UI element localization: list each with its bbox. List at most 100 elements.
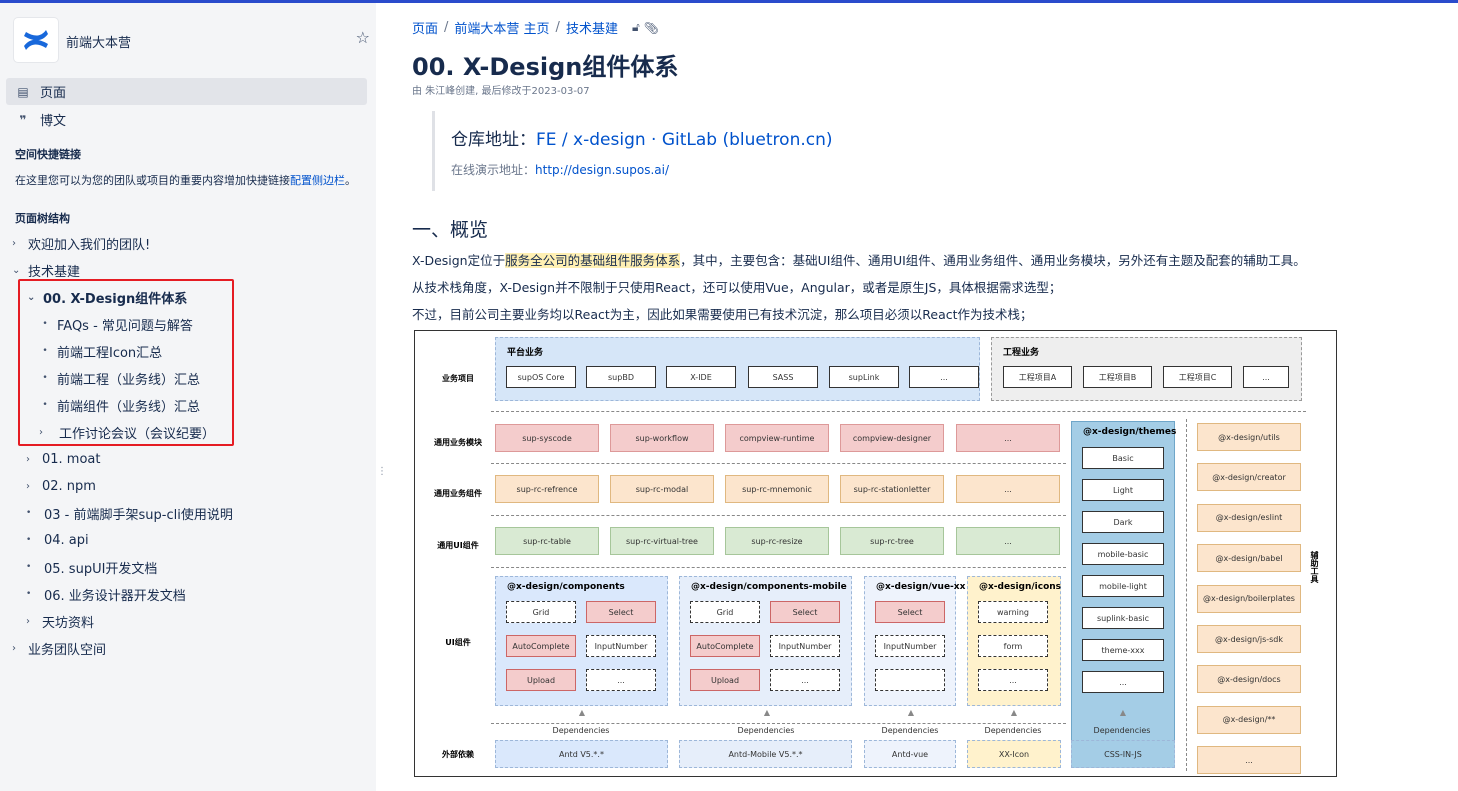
nav-pages[interactable]: ▤ 页面 xyxy=(6,78,367,105)
platform-item: ... xyxy=(909,366,979,388)
external-dependency: Antd-Mobile V5.*.* xyxy=(679,740,852,768)
configure-sidebar-link[interactable]: 配置侧边栏 xyxy=(290,174,345,187)
star-icon[interactable]: ☆ xyxy=(356,28,370,47)
diagram-row-label: 通用业务组件 xyxy=(434,489,482,498)
tree-item-moat[interactable]: › 01. moat xyxy=(26,449,101,469)
diagram-row-label: UI组件 xyxy=(445,638,471,647)
nav-pages-label: 页面 xyxy=(40,86,67,101)
dependencies-label: Dependencies xyxy=(737,725,795,735)
icons-group-title: @x-design/icons xyxy=(979,582,1062,592)
components-group-item: InputNumber xyxy=(586,635,656,657)
para1-end: ，其中，主要包含：基础UI组件、通用UI组件、通用业务组件、通用业务模块，另外还… xyxy=(680,253,1306,268)
tree-item-sup-cli[interactable]: • 03 - 前端脚手架sup-cli使用说明 xyxy=(26,503,233,523)
icons-group-item: warning xyxy=(978,601,1048,623)
confluence-logo-icon[interactable] xyxy=(14,18,58,62)
tree-item-label: 天坊资料 xyxy=(42,615,95,631)
dependency-arrow-icon: ▲ xyxy=(907,707,915,717)
nav-blog[interactable]: ❞ 博文 xyxy=(6,106,367,133)
external-dependency: CSS-IN-JS xyxy=(1071,740,1175,768)
diagram-separator xyxy=(491,723,1066,724)
business-component: ... xyxy=(956,475,1060,503)
unlock-icon[interactable]: 🔓︎ xyxy=(632,20,640,35)
tool-item: @x-design/babel xyxy=(1197,544,1301,573)
chevron-right-icon[interactable]: › xyxy=(12,238,24,249)
tree-item-label: 业务团队空间 xyxy=(28,642,107,658)
page-title: 00. X-Design组件体系 xyxy=(412,53,679,81)
tool-item: @x-design/utils xyxy=(1197,423,1301,451)
repo-link[interactable]: FE / x-design · GitLab (bluetron.cn) xyxy=(536,130,833,150)
components-group-item: Upload xyxy=(506,669,576,691)
theme-item: mobile-basic xyxy=(1082,543,1164,565)
vue-group-item: Select xyxy=(875,601,945,623)
page-icon: ▤ xyxy=(17,84,29,99)
tree-item-label: 02. npm xyxy=(42,478,96,494)
breadcrumb: 页面 / 前端大本营 主页 / 技术基建 🔓︎ 📎︎ xyxy=(412,18,659,37)
breadcrumb-space-home[interactable]: 前端大本营 主页 xyxy=(454,18,549,37)
theme-item: Dark xyxy=(1082,511,1164,533)
tree-item-label: 欢迎加入我们的团队! xyxy=(28,237,151,253)
dependency-arrow-icon: ▲ xyxy=(1010,707,1018,717)
components-mobile-group-item: Select xyxy=(770,601,840,623)
breadcrumb-tech-infra[interactable]: 技术基建 xyxy=(566,18,618,37)
tree-item-welcome[interactable]: › 欢迎加入我们的团队! xyxy=(12,233,150,253)
diagram-separator xyxy=(491,463,1066,464)
common-ui-component: sup-rc-virtual-tree xyxy=(610,527,714,555)
section-heading: 一、概览 xyxy=(412,219,489,241)
tool-item: @x-design/** xyxy=(1197,705,1301,734)
dependency-arrow-icon: ▲ xyxy=(578,707,586,717)
architecture-diagram: 业务项目 通用业务模块 通用业务组件 通用UI组件 UI组件 外部依赖 平台业务 supOS … xyxy=(414,330,1337,777)
engineering-item: ... xyxy=(1243,366,1289,388)
tree-item-business-space[interactable]: › 业务团队空间 xyxy=(12,638,106,658)
theme-item: mobile-light xyxy=(1082,575,1164,597)
icons-group-item: form xyxy=(978,635,1048,657)
vue-group-item: InputNumber xyxy=(875,635,945,657)
demo-link[interactable]: http://design.supos.ai/ xyxy=(535,163,669,177)
external-dependency: Antd-vue xyxy=(864,740,956,768)
business-component: sup-rc-mnemonic xyxy=(725,475,829,503)
chevron-right-icon[interactable]: › xyxy=(26,616,38,627)
bullet-icon: • xyxy=(26,562,32,572)
components-group-item: AutoComplete xyxy=(506,635,576,657)
tree-item-api[interactable]: • 04. api xyxy=(26,530,89,550)
theme-item: ... xyxy=(1082,671,1164,693)
tool-item: @x-design/creator xyxy=(1197,463,1301,492)
tree-item-tech-infra[interactable]: ⌄ 技术基建 xyxy=(12,260,80,280)
space-header: 前端大本营 ☆ xyxy=(14,18,370,64)
attachment-icon[interactable]: 📎︎ xyxy=(644,21,659,35)
theme-item: Basic xyxy=(1082,447,1164,469)
demo-label: 在线演示地址： xyxy=(451,163,536,177)
diagram-row-label: 外部依赖 xyxy=(442,750,474,759)
business-component: sup-rc-refrence xyxy=(495,475,599,503)
tree-item-supui[interactable]: • 05. supUI开发文档 xyxy=(26,557,157,577)
common-ui-component: ... xyxy=(956,527,1060,555)
sidebar: 前端大本营 ☆ ▤ 页面 ❞ 博文 空间快捷链接 在这里您可以为您的团队或项目的… xyxy=(0,3,376,791)
platform-item: supOS Core xyxy=(506,366,576,388)
components-mobile-group-item: Upload xyxy=(690,669,760,691)
tree-item-npm[interactable]: › 02. npm xyxy=(26,476,96,496)
tree-item-label: 06. 业务设计器开发文档 xyxy=(44,588,186,604)
tree-item-tianfang[interactable]: › 天坊资料 xyxy=(26,611,94,631)
quote-icon: ❞ xyxy=(19,112,27,127)
components-group-item: Grid xyxy=(506,601,576,623)
chevron-right-icon[interactable]: › xyxy=(12,643,24,654)
tree-item-designer[interactable]: • 06. 业务设计器开发文档 xyxy=(26,584,186,604)
breadcrumb-pages[interactable]: 页面 xyxy=(412,18,438,37)
diagram-separator xyxy=(491,515,1066,516)
tool-item: @x-design/boilerplates xyxy=(1197,584,1301,613)
business-module: ... xyxy=(956,424,1060,452)
vue-group-item xyxy=(875,669,945,691)
chevron-right-icon[interactable]: › xyxy=(26,454,38,465)
space-name[interactable]: 前端大本营 xyxy=(66,32,131,51)
platform-item: X-IDE xyxy=(666,366,736,388)
repo-label: 仓库地址： xyxy=(451,130,536,150)
dependencies-label: Dependencies xyxy=(984,725,1042,735)
nav-blog-label: 博文 xyxy=(40,114,67,129)
chevron-down-icon[interactable]: ⌄ xyxy=(12,265,24,276)
tool-item: ... xyxy=(1197,746,1301,775)
shortcuts-desc: 在这里您可以为您的团队或项目的重要内容增加快捷链接 xyxy=(15,174,290,187)
common-ui-component: sup-rc-tree xyxy=(840,527,944,555)
tool-item: @x-design/docs xyxy=(1197,665,1301,694)
external-dependency: XX-Icon xyxy=(967,740,1061,768)
common-ui-component: sup-rc-resize xyxy=(725,527,829,555)
chevron-right-icon[interactable]: › xyxy=(26,481,38,492)
